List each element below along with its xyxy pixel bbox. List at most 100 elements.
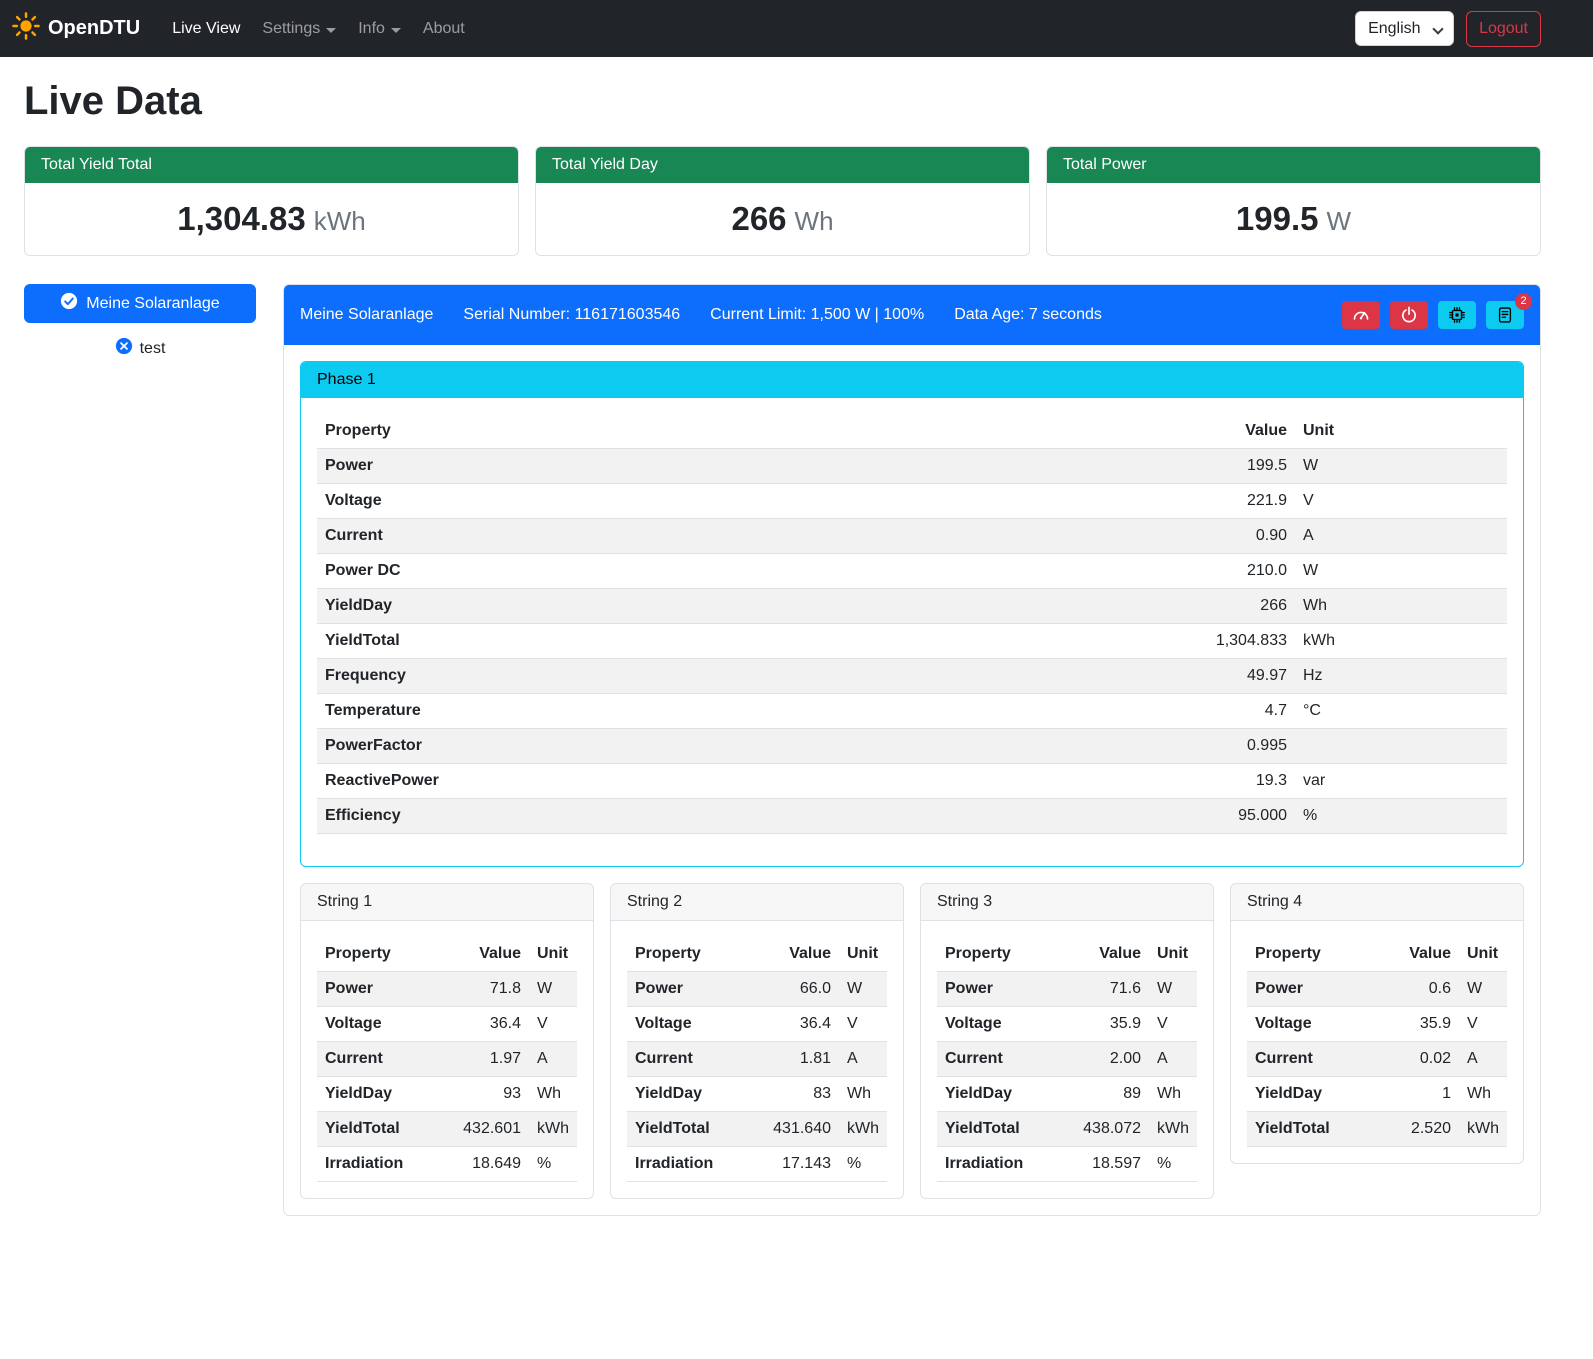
value-cell: 221.9: [1165, 484, 1295, 519]
unit-cell: W: [839, 972, 887, 1007]
value-cell: 0.995: [1165, 729, 1295, 764]
unit-cell: V: [1149, 1007, 1197, 1042]
phase-1-card: Phase 1 Property Value Unit Power199.5WV…: [300, 361, 1524, 867]
string-card-body: Property Value Unit Power0.6WVoltage35.9…: [1231, 921, 1523, 1147]
table-row: Power199.5W: [317, 449, 1507, 484]
value-cell: 36.4: [453, 1007, 529, 1042]
table-header-row: Property Value Unit: [937, 937, 1197, 972]
limit-settings-button[interactable]: [1342, 301, 1380, 329]
value-cell: 4.7: [1165, 694, 1295, 729]
unit-cell: A: [1149, 1042, 1197, 1077]
event-count-badge: 2: [1515, 293, 1532, 310]
table-row: Power DC210.0W: [317, 554, 1507, 589]
power-icon: [1400, 306, 1418, 324]
unit-cell: V: [1295, 484, 1507, 519]
property-cell: YieldTotal: [627, 1112, 763, 1147]
property-cell: Irradiation: [937, 1147, 1073, 1182]
phase-table: Property Value Unit Power199.5WVoltage22…: [317, 414, 1507, 834]
table-row: Current2.00A: [937, 1042, 1197, 1077]
property-cell: YieldDay: [1247, 1077, 1383, 1112]
property-cell: YieldDay: [317, 1077, 453, 1112]
property-cell: Power: [1247, 972, 1383, 1007]
property-cell: Irradiation: [627, 1147, 763, 1182]
table-row: YieldDay83Wh: [627, 1077, 887, 1112]
unit-cell: W: [1149, 972, 1197, 1007]
inverter-button-test[interactable]: test: [107, 333, 174, 364]
property-cell: YieldTotal: [317, 624, 1165, 659]
unit-cell: Wh: [529, 1077, 577, 1112]
table-row: YieldDay266Wh: [317, 589, 1507, 624]
value-cell: 1.81: [763, 1042, 839, 1077]
inverter-button-label: Meine Solaranlage: [86, 295, 219, 313]
journal-icon: [1496, 306, 1514, 324]
nav-item-about[interactable]: About: [415, 12, 473, 46]
value-column-header: Value: [1165, 414, 1295, 449]
table-row: Current1.81A: [627, 1042, 887, 1077]
logout-button[interactable]: Logout: [1466, 11, 1541, 47]
property-cell: Voltage: [1247, 1007, 1383, 1042]
language-select[interactable]: English: [1355, 11, 1454, 46]
nav-item-info[interactable]: Info: [350, 12, 409, 46]
table-row: YieldDay1Wh: [1247, 1077, 1507, 1112]
table-row: Current1.97A: [317, 1042, 577, 1077]
status-check-circle-icon: [60, 292, 78, 315]
nav-item-label: Live View: [172, 20, 240, 38]
table-row: Efficiency95.000%: [317, 799, 1507, 834]
inverter-button-selected[interactable]: Meine Solaranlage: [24, 284, 256, 323]
power-button[interactable]: [1390, 301, 1428, 329]
table-row: Irradiation18.649%: [317, 1147, 577, 1182]
nav-item-settings[interactable]: Settings: [254, 12, 344, 46]
brand-label: OpenDTU: [48, 17, 140, 40]
property-cell: Power: [937, 972, 1073, 1007]
value-cell: 35.9: [1073, 1007, 1149, 1042]
card-value: 266 Wh: [536, 183, 1029, 255]
property-cell: Current: [317, 1042, 453, 1077]
value-cell: 438.072: [1073, 1112, 1149, 1147]
property-cell: YieldDay: [627, 1077, 763, 1112]
value-column-header: Value: [1073, 937, 1149, 972]
table-row: Power71.8W: [317, 972, 577, 1007]
unit-cell: V: [529, 1007, 577, 1042]
string-3-card: String 3 Property Value Unit: [920, 883, 1214, 1199]
table-row: YieldTotal432.601kWh: [317, 1112, 577, 1147]
unit-cell: A: [529, 1042, 577, 1077]
inverter-serial: Serial Number: 116171603546: [463, 306, 680, 324]
card-header: Total Yield Day: [536, 147, 1029, 183]
language-select-wrap: English: [1355, 11, 1454, 46]
property-cell: Current: [1247, 1042, 1383, 1077]
brand[interactable]: OpenDTU: [12, 12, 140, 46]
value-column-header: Value: [1383, 937, 1459, 972]
event-log-button[interactable]: 2: [1486, 301, 1524, 329]
property-cell: YieldTotal: [937, 1112, 1073, 1147]
nav-links: Live View Settings Info About: [164, 12, 473, 46]
string-2-card: String 2 Property Value Unit: [610, 883, 904, 1199]
value-cell: 36.4: [763, 1007, 839, 1042]
value-cell: 210.0: [1165, 554, 1295, 589]
nav-item-label: Info: [358, 20, 385, 38]
nav-item-label: About: [423, 20, 465, 38]
value-cell: 0.90: [1165, 519, 1295, 554]
property-cell: Power: [317, 449, 1165, 484]
device-info-button[interactable]: [1438, 301, 1476, 329]
property-cell: Power DC: [317, 554, 1165, 589]
value-unit: Wh: [795, 206, 834, 236]
property-cell: Current: [317, 519, 1165, 554]
string-card-body: Property Value Unit Power71.6WVoltage35.…: [921, 921, 1213, 1182]
property-column-header: Property: [317, 414, 1165, 449]
summary-cards: Total Yield Total 1,304.83kWh Total Yiel…: [24, 146, 1541, 256]
unit-cell: kWh: [1149, 1112, 1197, 1147]
table-row: Temperature4.7°C: [317, 694, 1507, 729]
card-value: 1,304.83kWh: [25, 183, 518, 255]
property-cell: Current: [937, 1042, 1073, 1077]
value-number: 266: [731, 200, 786, 237]
table-row: Current0.02A: [1247, 1042, 1507, 1077]
table-row: Current0.90A: [317, 519, 1507, 554]
nav-item-live-view[interactable]: Live View: [164, 12, 248, 46]
property-cell: Voltage: [627, 1007, 763, 1042]
property-cell: Temperature: [317, 694, 1165, 729]
property-cell: PowerFactor: [317, 729, 1165, 764]
table-row: Power71.6W: [937, 972, 1197, 1007]
table-row: Voltage36.4V: [627, 1007, 887, 1042]
string-4-card: String 4 Property Value Unit: [1230, 883, 1524, 1164]
value-cell: 19.3: [1165, 764, 1295, 799]
